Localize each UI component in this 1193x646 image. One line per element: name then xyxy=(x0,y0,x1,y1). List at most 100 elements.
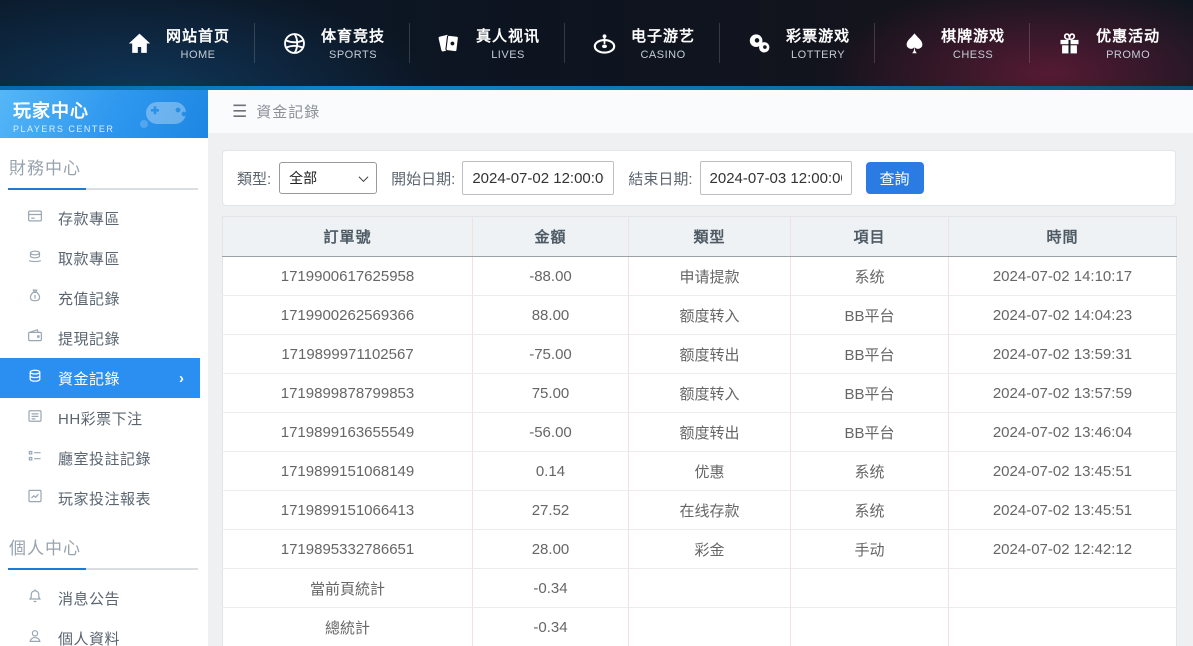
cell-summary-label: 總統計 xyxy=(223,608,473,646)
cell-type: 申请提款 xyxy=(629,257,791,296)
type-select[interactable]: 全部 xyxy=(279,162,377,194)
sidebar-item-label: 消息公告 xyxy=(58,588,120,609)
sidebar-item-hh-lottery-bets[interactable]: HH彩票下注 xyxy=(0,398,208,438)
nav-item-sports[interactable]: 体育竞技SPORTS xyxy=(255,20,409,66)
cell-type: 额度转入 xyxy=(629,374,791,413)
nav-label-en: LIVES xyxy=(491,49,525,61)
nav-label-en: HOME xyxy=(181,49,216,61)
section-title-personal: 個人中心 xyxy=(0,518,208,559)
cell-order-no: 1719899971102567 xyxy=(223,335,473,374)
nav-label-zh: 真人视讯 xyxy=(476,25,540,46)
sidebar-item-profile[interactable]: 個人資料 xyxy=(0,618,208,646)
spade-icon xyxy=(899,28,929,58)
search-button[interactable]: 查詢 xyxy=(866,162,924,194)
withdraw-hand-icon xyxy=(26,247,44,270)
cell-type: 额度转出 xyxy=(629,413,791,452)
table-row: 171990026256936688.00额度转入BB平台2024-07-02 … xyxy=(223,296,1177,335)
deposit-card-icon xyxy=(26,207,44,230)
chevron-down-icon xyxy=(359,172,369,182)
sidebar-item-player-report[interactable]: 玩家投注報表 xyxy=(0,478,208,518)
breadcrumb-label: 資金記錄 xyxy=(256,101,320,122)
cell-time: 2024-07-02 12:42:12 xyxy=(949,530,1177,569)
cell-item: BB平台 xyxy=(791,374,949,413)
nav-label-zh: 体育竞技 xyxy=(321,25,385,46)
sidebar-item-label: 個人資料 xyxy=(58,628,120,646)
summary-row-total: 總統計-0.34 xyxy=(223,608,1177,646)
moneybag-icon xyxy=(26,287,44,310)
cell-amount: 75.00 xyxy=(473,374,629,413)
nav-item-lottery[interactable]: 彩票游戏LOTTERY xyxy=(720,20,874,66)
cell-empty xyxy=(791,569,949,608)
cell-amount: -75.00 xyxy=(473,335,629,374)
cell-empty xyxy=(949,569,1177,608)
sidebar-item-funds-record[interactable]: 資金記錄 › xyxy=(0,358,200,398)
start-date-input[interactable] xyxy=(462,161,614,195)
cell-amount: 0.14 xyxy=(473,452,629,491)
nav-item-promo[interactable]: 优惠活动PROMO xyxy=(1030,20,1184,66)
cell-order-no: 1719900262569366 xyxy=(223,296,473,335)
players-center-page: 网站首页 HOME 体育竞技SPORTS 真人视讯 LIVES 电子游艺CASINO xyxy=(0,0,1193,646)
playing-cards-icon xyxy=(434,28,464,58)
cell-order-no: 1719895332786651 xyxy=(223,530,473,569)
sidebar-item-deposit[interactable]: 存款專區 xyxy=(0,198,208,238)
table-row: 1719899971102567-75.00额度转出BB平台2024-07-02… xyxy=(223,335,1177,374)
nav-label-zh: 电子游艺 xyxy=(631,25,695,46)
sidebar-item-recharge-record[interactable]: 充值記錄 xyxy=(0,278,208,318)
hamburger-icon[interactable]: ☰ xyxy=(232,103,247,120)
cell-empty xyxy=(791,608,949,646)
cell-empty xyxy=(629,569,791,608)
cell-time: 2024-07-02 13:59:31 xyxy=(949,335,1177,374)
report-chart-icon xyxy=(26,487,44,510)
roulette-icon xyxy=(589,28,619,58)
cell-type: 额度转出 xyxy=(629,335,791,374)
sidebar-item-announcements[interactable]: 消息公告 xyxy=(0,578,208,618)
cell-time: 2024-07-02 13:45:51 xyxy=(949,452,1177,491)
main-content: ☰ 資金記錄 類型: 全部 開始日期: 結束日期: 查詢 訂單號 金額 類型 項 xyxy=(208,90,1193,646)
nav-label-zh: 彩票游戏 xyxy=(786,25,850,46)
end-date-label: 結束日期: xyxy=(628,168,692,189)
home-icon xyxy=(124,28,154,58)
table-row: 171989915106641327.52在线存款系统2024-07-02 13… xyxy=(223,491,1177,530)
column-header-order-no: 訂單號 xyxy=(223,217,473,257)
table-row: 1719900617625958-88.00申请提款系统2024-07-02 1… xyxy=(223,257,1177,296)
start-date-label: 開始日期: xyxy=(391,168,455,189)
column-header-amount: 金額 xyxy=(473,217,629,257)
column-header-time: 時間 xyxy=(949,217,1177,257)
cell-item: BB平台 xyxy=(791,413,949,452)
sports-ball-icon xyxy=(279,28,309,58)
cell-time: 2024-07-02 13:45:51 xyxy=(949,491,1177,530)
cell-item: 系统 xyxy=(791,257,949,296)
sidebar-item-label: HH彩票下注 xyxy=(58,408,143,429)
cell-type: 额度转入 xyxy=(629,296,791,335)
cell-item: 系统 xyxy=(791,452,949,491)
sidebar-item-label: 存款專區 xyxy=(58,208,120,229)
end-date-input[interactable] xyxy=(700,161,852,195)
cell-time: 2024-07-02 13:46:04 xyxy=(949,413,1177,452)
checklist-icon xyxy=(26,447,44,470)
cell-item: 系统 xyxy=(791,491,949,530)
nav-label-en: PROMO xyxy=(1106,49,1150,61)
table-row: 1719899163655549-56.00额度转出BB平台2024-07-02… xyxy=(223,413,1177,452)
cell-order-no: 1719899151068149 xyxy=(223,452,473,491)
coin-stack-icon xyxy=(26,367,44,390)
cell-item: BB平台 xyxy=(791,296,949,335)
table-row: 171989987879985375.00额度转入BB平台2024-07-02 … xyxy=(223,374,1177,413)
cell-amount: -56.00 xyxy=(473,413,629,452)
gift-icon xyxy=(1054,28,1084,58)
nav-label-zh: 网站首页 xyxy=(166,25,230,46)
nav-item-home[interactable]: 网站首页 HOME xyxy=(100,20,254,66)
column-header-type: 類型 xyxy=(629,217,791,257)
wallet-icon xyxy=(26,327,44,350)
nav-item-chess[interactable]: 棋牌游戏CHESS xyxy=(875,20,1029,66)
sidebar-item-withdrawal-record[interactable]: 提現記錄 xyxy=(0,318,208,358)
nav-label-en: CHESS xyxy=(953,49,993,61)
cell-type: 彩金 xyxy=(629,530,791,569)
top-navigation: 网站首页 HOME 体育竞技SPORTS 真人视讯 LIVES 电子游艺CASINO xyxy=(0,0,1193,86)
sidebar-item-withdraw[interactable]: 取款專區 xyxy=(0,238,208,278)
sidebar-item-room-bet-record[interactable]: 廳室投註記錄 xyxy=(0,438,208,478)
cell-amount: -88.00 xyxy=(473,257,629,296)
funds-record-table: 訂單號 金額 類型 項目 時間 1719900617625958-88.00申请… xyxy=(222,216,1177,646)
nav-item-lives[interactable]: 真人视讯 LIVES xyxy=(410,20,564,66)
nav-item-casino[interactable]: 电子游艺CASINO xyxy=(565,20,719,66)
cell-order-no: 1719899878799853 xyxy=(223,374,473,413)
